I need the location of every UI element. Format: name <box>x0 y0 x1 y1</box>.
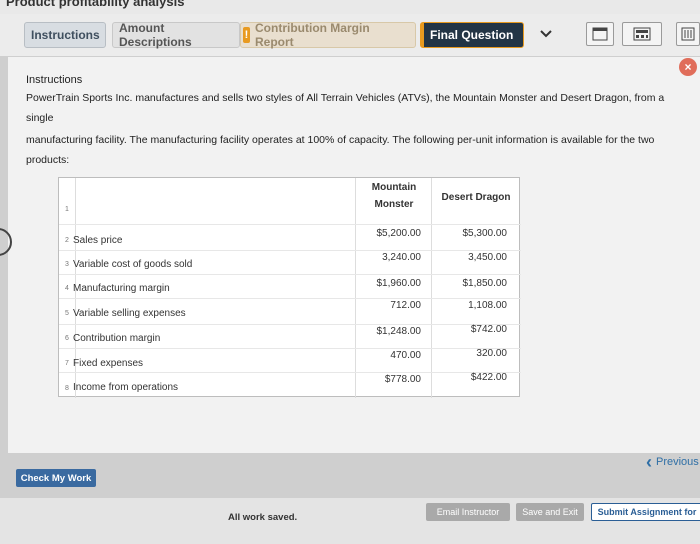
tab-amount-descriptions-label: Amount Descriptions <box>119 21 192 49</box>
tab-instructions[interactable]: Instructions <box>24 22 106 48</box>
gridline <box>59 250 521 251</box>
title-bar: Product profitability analysis <box>0 0 700 14</box>
row-label-fixed-expenses: Fixed expenses <box>73 358 144 369</box>
row-label-manufacturing-margin: Manufacturing margin <box>73 283 170 294</box>
chevron-down-icon[interactable] <box>532 22 560 46</box>
cell-mm-sales-price[interactable]: $5,200.00 <box>359 228 422 239</box>
header-mountain-monster: Mountain Monster <box>359 182 429 210</box>
gridline <box>59 224 521 225</box>
save-and-exit-button[interactable]: Save and Exit <box>516 503 584 521</box>
previous-label: Previous <box>656 456 699 468</box>
cell-dd-income-from-operations[interactable]: $422.00 <box>435 372 507 383</box>
tab-instructions-label: Instructions <box>31 28 100 42</box>
previous-button[interactable]: ‹ Previous <box>646 452 699 472</box>
tab-final-question-label: Final Question <box>430 28 514 42</box>
row-label-variable-cogs: Variable cost of goods sold <box>73 259 193 270</box>
row-label-sales-price: Sales price <box>73 235 123 246</box>
row-label-income-from-operations: Income from operations <box>73 382 179 393</box>
row-label-contribution-margin: Contribution margin <box>73 333 161 344</box>
cell-dd-manufacturing-margin[interactable]: $1,850.00 <box>435 278 508 289</box>
cell-dd-variable-cogs[interactable]: 3,450.00 <box>435 252 507 263</box>
row-number: 1 <box>65 206 69 213</box>
spreadsheet: Mountain Monster Desert Dragon 1 2 Sales… <box>58 177 521 398</box>
gridline <box>59 298 521 299</box>
warning-icon: ! <box>243 27 250 43</box>
cell-dd-contribution-margin[interactable]: $742.00 <box>435 324 507 335</box>
instructions-text: PowerTrain Sports Inc. manufactures and … <box>26 88 676 170</box>
tab-contribution-margin-report-label: Contribution Margin Report <box>255 21 370 49</box>
header-mountain-line1: Mountain <box>371 182 417 193</box>
cell-dd-sales-price[interactable]: $5,300.00 <box>435 228 508 239</box>
cell-mm-manufacturing-margin[interactable]: $1,960.00 <box>359 278 422 289</box>
page-title: Product profitability analysis <box>6 0 185 9</box>
cell-mm-variable-cogs[interactable]: 3,240.00 <box>359 252 421 263</box>
cell-dd-variable-selling[interactable]: 1,108.00 <box>435 300 507 311</box>
instructions-heading: Instructions <box>26 74 83 86</box>
instructions-line-1: PowerTrain Sports Inc. manufactures and … <box>26 92 665 124</box>
cell-mm-income-from-operations[interactable]: $778.00 <box>359 374 421 385</box>
cell-dd-fixed-expenses[interactable]: 320.00 <box>435 348 507 359</box>
instructions-line-2: manufacturing facility. The manufacturin… <box>26 134 655 166</box>
email-instructor-button[interactable]: Email Instructor <box>426 503 510 521</box>
header-desert-dragon: Desert Dragon <box>441 192 511 203</box>
check-my-work-button[interactable]: Check My Work <box>16 469 96 487</box>
close-icon[interactable]: × <box>679 58 697 76</box>
tab-final-question[interactable]: Final Question <box>420 22 524 48</box>
list-icon[interactable] <box>676 22 700 46</box>
tab-contribution-margin-report[interactable]: ! Contribution Margin Report <box>240 21 416 49</box>
save-status: All work saved. <box>228 512 298 523</box>
chevron-left-icon: ‹ <box>646 451 652 472</box>
gridline <box>59 274 521 275</box>
cell-mm-contribution-margin[interactable]: $1,248.00 <box>359 326 422 337</box>
submit-assignment-button[interactable]: Submit Assignment for <box>591 503 700 521</box>
header-mountain-line2: Monster <box>374 199 414 210</box>
gridline <box>431 178 432 398</box>
window-icon[interactable] <box>586 22 614 46</box>
cell-mm-fixed-expenses[interactable]: 470.00 <box>359 350 421 361</box>
gridline <box>355 178 356 398</box>
row-label-variable-selling: Variable selling expenses <box>73 308 186 319</box>
cell-mm-variable-selling[interactable]: 712.00 <box>359 300 421 311</box>
calculator-icon[interactable] <box>622 22 662 46</box>
tab-amount-descriptions[interactable]: Amount Descriptions <box>112 21 240 49</box>
